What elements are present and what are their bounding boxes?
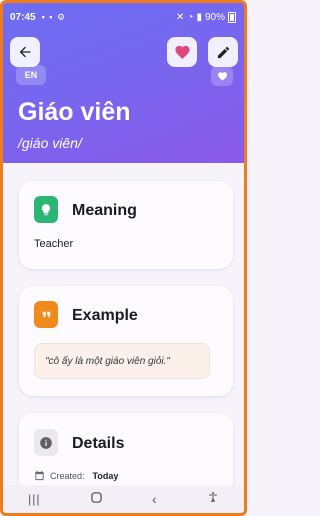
status-right: ✕ ◔ ▮ 90% bbox=[176, 11, 236, 23]
home-button[interactable] bbox=[90, 490, 102, 508]
meaning-text: Teacher bbox=[34, 238, 74, 250]
phonetic-text: /giáo viên/ bbox=[18, 135, 82, 151]
info-icon bbox=[40, 436, 52, 449]
back-button[interactable] bbox=[10, 37, 40, 67]
meaning-icon-badge bbox=[34, 196, 58, 223]
created-label: Created: bbox=[50, 470, 85, 481]
details-title: Details bbox=[72, 435, 125, 452]
battery-icon bbox=[228, 11, 236, 23]
word-title: Giáo viên bbox=[18, 98, 131, 126]
edit-button[interactable] bbox=[208, 37, 238, 67]
example-sentence-box: "cô ấy là một giáo viên giỏi." bbox=[34, 343, 210, 379]
lightbulb-icon bbox=[41, 203, 51, 215]
notification-icons: ▪ ▪ ⚙ bbox=[41, 11, 67, 22]
signal-icon: ▮ bbox=[196, 11, 202, 23]
heart-icon bbox=[217, 71, 227, 81]
example-card: Example "cô ấy là một giáo viên giỏi." bbox=[19, 286, 233, 396]
word-header: 07:45 ▪ ▪ ⚙ ✕ ◔ ▮ 90% EN Giáo viên /giáo… bbox=[3, 3, 244, 163]
system-nav-bar: ||| ‹ bbox=[3, 485, 244, 513]
pencil-icon bbox=[217, 46, 229, 58]
status-time: 07:45 bbox=[10, 11, 36, 23]
details-icon-badge bbox=[34, 429, 58, 456]
example-icon-badge bbox=[34, 301, 58, 328]
mute-icon: ✕ bbox=[176, 11, 185, 23]
quote-icon bbox=[42, 311, 50, 318]
home-square-icon bbox=[90, 492, 102, 503]
status-bar: 07:45 ▪ ▪ ⚙ ✕ ◔ ▮ 90% bbox=[10, 9, 236, 25]
favorite-button[interactable] bbox=[167, 37, 197, 67]
meaning-title: Meaning bbox=[72, 202, 137, 219]
example-sentence: "cô ấy là một giáo viên giỏi." bbox=[45, 355, 170, 367]
system-back-button[interactable]: ‹ bbox=[152, 491, 157, 507]
app-frame: 07:45 ▪ ▪ ⚙ ✕ ◔ ▮ 90% EN Giáo viên /giáo… bbox=[0, 0, 247, 516]
accessibility-button[interactable] bbox=[207, 490, 219, 508]
example-title: Example bbox=[72, 307, 138, 324]
meaning-card: Meaning Teacher bbox=[19, 181, 233, 269]
arrow-left-icon bbox=[19, 46, 31, 58]
created-value: Today bbox=[92, 470, 119, 481]
battery-percent: 90% bbox=[204, 11, 225, 23]
recent-apps-button[interactable]: ||| bbox=[28, 492, 40, 506]
wifi-icon: ◔ bbox=[187, 11, 194, 23]
calendar-icon bbox=[35, 470, 44, 481]
language-badge: EN bbox=[16, 65, 46, 85]
accessibility-icon bbox=[208, 492, 217, 502]
favorite-indicator bbox=[211, 66, 233, 86]
created-row: Created: Today bbox=[34, 470, 118, 481]
heart-icon bbox=[174, 45, 190, 59]
